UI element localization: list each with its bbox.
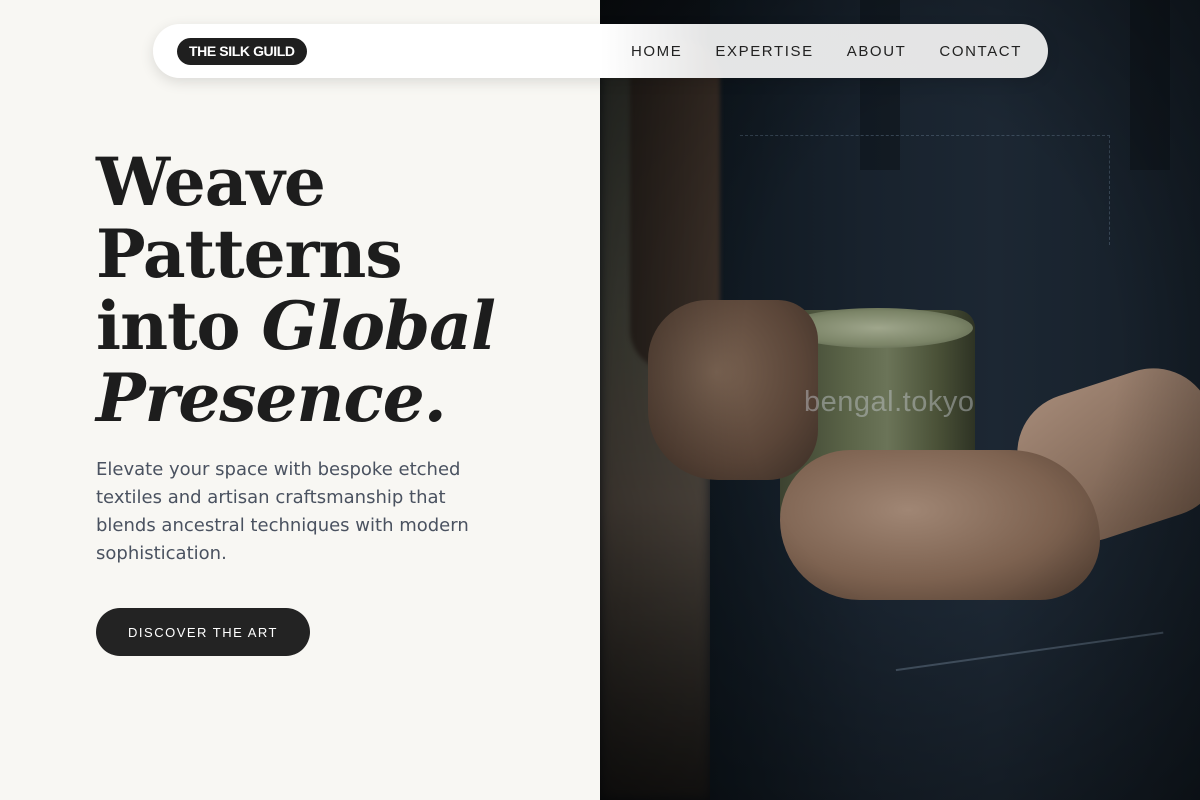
headline-line-4-italic: Presence. xyxy=(96,359,447,437)
nav-link-home[interactable]: HOME xyxy=(631,43,682,60)
nav-link-about[interactable]: ABOUT xyxy=(847,43,907,60)
nav-link-contact[interactable]: CONTACT xyxy=(939,43,1022,60)
headline-line-1: Weave xyxy=(96,143,326,221)
nav-link-expertise[interactable]: EXPERTISE xyxy=(715,43,813,60)
hero-photo: bengal.tokyo xyxy=(600,0,1200,800)
hero-headline: Weave Patterns into Global Presence. xyxy=(96,143,496,434)
headline-line-3: into Global xyxy=(96,287,496,365)
discover-the-art-button[interactable]: DISCOVER THE ART xyxy=(96,608,310,656)
headline-line-3-plain: into xyxy=(96,287,262,365)
nav-links: HOME EXPERTISE ABOUT CONTACT xyxy=(631,24,1022,78)
headline-line-3-italic: Global xyxy=(261,287,496,365)
hero-subtext: Elevate your space with bespoke etched t… xyxy=(96,459,469,564)
brand-logo[interactable]: THE SILK GUILD xyxy=(177,38,307,65)
top-navigation: THE SILK GUILD HOME EXPERTISE ABOUT CONT… xyxy=(153,24,1048,78)
hero-left-panel: Weave Patterns into Global Presence. Ele… xyxy=(0,0,600,800)
headline-line-4: Presence. xyxy=(96,362,495,434)
headline-line-2: Patterns xyxy=(96,215,403,293)
image-watermark: bengal.tokyo xyxy=(804,386,975,418)
